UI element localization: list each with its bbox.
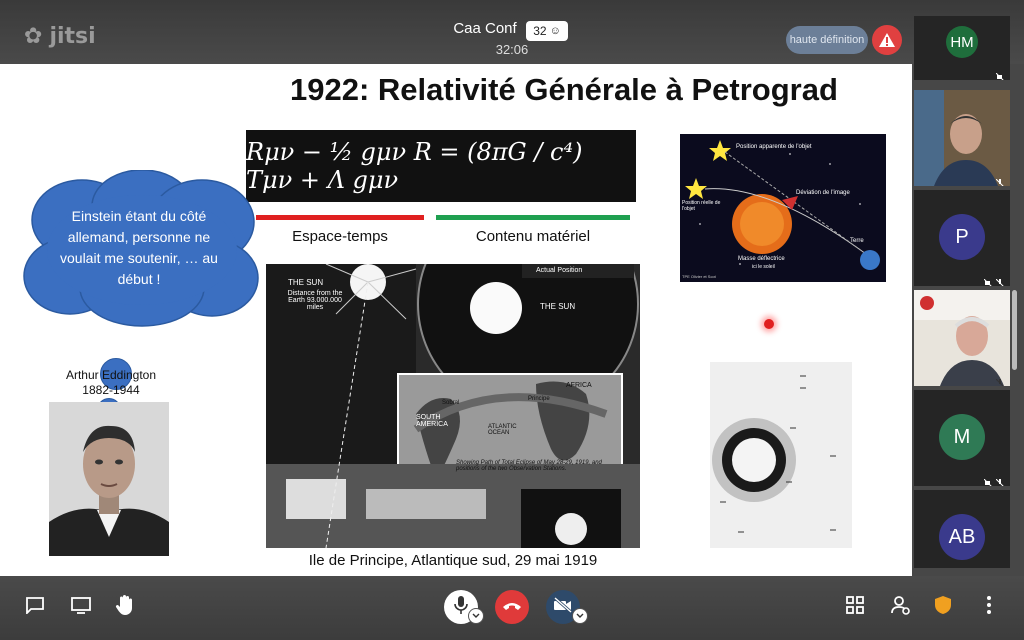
slide-caption: Ile de Principe, Atlantique sud, 29 mai … [308,552,598,569]
label-path-caption: Showing Path of Total Eclipse of May 28-… [456,460,602,472]
conference-timer: 32:06 [495,42,529,57]
more-options-icon[interactable] [974,590,1004,620]
label-deviation: Déviation de l'image [796,190,850,196]
label-sun-right: THE SUN [540,302,576,311]
participant-count: 32 [533,24,547,38]
quality-indicator[interactable]: haute définition [786,26,868,54]
label-earth: Terre [850,238,864,244]
tile-status-icons [983,274,1004,286]
label-mass-sub: ici le soleil [752,264,775,270]
laser-pointer [764,319,774,329]
tile-status-icons [983,474,1004,486]
light-deflection-diagram: Position apparente de l'objet Déviation … [680,134,886,282]
warning-icon[interactable] [872,25,902,55]
label-deflecting-mass: Masse déflectrice [738,256,785,262]
conference-header: ✿ jitsi Caa Conf 32 ☺ 32:06 haute défini… [0,0,1024,64]
camera-off-icon [983,474,992,486]
participant-filmstrip[interactable]: HM P M AB [912,12,1012,568]
label-south-america: SOUTH AMERICA [416,414,448,428]
microphone-icon [454,595,468,620]
tile-status-icons [995,68,1004,80]
participant-tile[interactable]: AB [914,490,1010,568]
security-shield-icon[interactable] [928,590,958,620]
participant-tile-video[interactable] [914,290,1010,386]
camera-off-icon [995,68,1004,80]
screen-share-icon[interactable] [66,590,96,620]
tile-status-icons [995,374,1004,386]
conference-name: Caa Conf [453,20,517,37]
mic-muted-icon [995,174,1004,186]
jitsi-logo: ✿ jitsi [24,24,96,49]
filmstrip-scrollbar[interactable] [1012,290,1017,370]
einstein-field-equation: Rμν − ½ gμν R = (8πG / c⁴) Tμν + Λ gμν [246,130,636,202]
participants-icon[interactable] [886,590,916,620]
label-spacetime: Espace-temps [292,228,388,245]
tile-status-icons [995,174,1004,186]
mic-muted-icon [995,374,1004,386]
person-dates: 1882-1944 [82,383,140,397]
camera-off-icon [983,274,992,286]
participant-tile[interactable]: M [914,390,1010,486]
label-apparent-position: Position apparente de l'objet [736,144,812,150]
label-the-sun: THE SUN [288,278,324,287]
participant-tile[interactable]: HM [914,16,1010,80]
label-africa: AFRICA [566,382,592,389]
avatar: M [939,414,985,460]
mic-muted-icon [995,474,1004,486]
label-real-position: Position réelle de l'objet [682,200,721,212]
camera-off-icon [553,596,573,618]
participant-tile-video[interactable] [914,90,1010,186]
slide-title: 1922: Relativité Générale à Petrograd [290,72,838,107]
red-underline [256,215,424,220]
eclipse-photograph [710,362,852,548]
label-atlantic: ATLANTIC OCEAN [488,424,517,436]
thought-bubble-text: Einstein étant du côté allemand, personn… [60,208,218,287]
chat-icon[interactable] [20,590,50,620]
eclipse-expedition-illustration: THE SUN Distance from the Earth 93.000.0… [266,264,640,548]
mic-muted-icon [995,274,1004,286]
label-matter-content: Contenu matériel [475,228,591,245]
green-underline [436,215,630,220]
person-name: Arthur Eddington [65,368,157,382]
label-sobral: Sobral [442,400,460,406]
hangup-icon [502,598,522,616]
participant-count-badge[interactable]: 32 ☺ [526,21,568,41]
label-distance: Distance from the Earth 93.000.000 miles [287,290,343,311]
people-icon: ☺ [549,25,561,37]
person-label: Arthur Eddington 1882-1944 [56,368,166,398]
eddington-portrait [49,402,169,556]
avatar: HM [946,26,978,58]
hangup-button[interactable] [495,590,529,624]
tile-view-icon[interactable] [840,590,870,620]
raise-hand-icon[interactable] [110,590,140,620]
avatar: AB [939,514,985,560]
audio-settings-chevron-icon[interactable] [468,608,484,624]
label-principe: Principe [528,396,550,402]
label-credit: TPE Olivier et Scot [682,274,716,279]
participant-tile[interactable]: P [914,190,1010,286]
avatar: P [939,214,985,260]
shared-screen: 1922: Relativité Générale à Petrograd Rμ… [0,64,912,576]
label-actual-position: Actual Position [536,267,583,274]
speaker-indicator-icon [920,296,934,310]
video-settings-chevron-icon[interactable] [572,608,588,624]
participant-video-feed [914,90,1010,186]
